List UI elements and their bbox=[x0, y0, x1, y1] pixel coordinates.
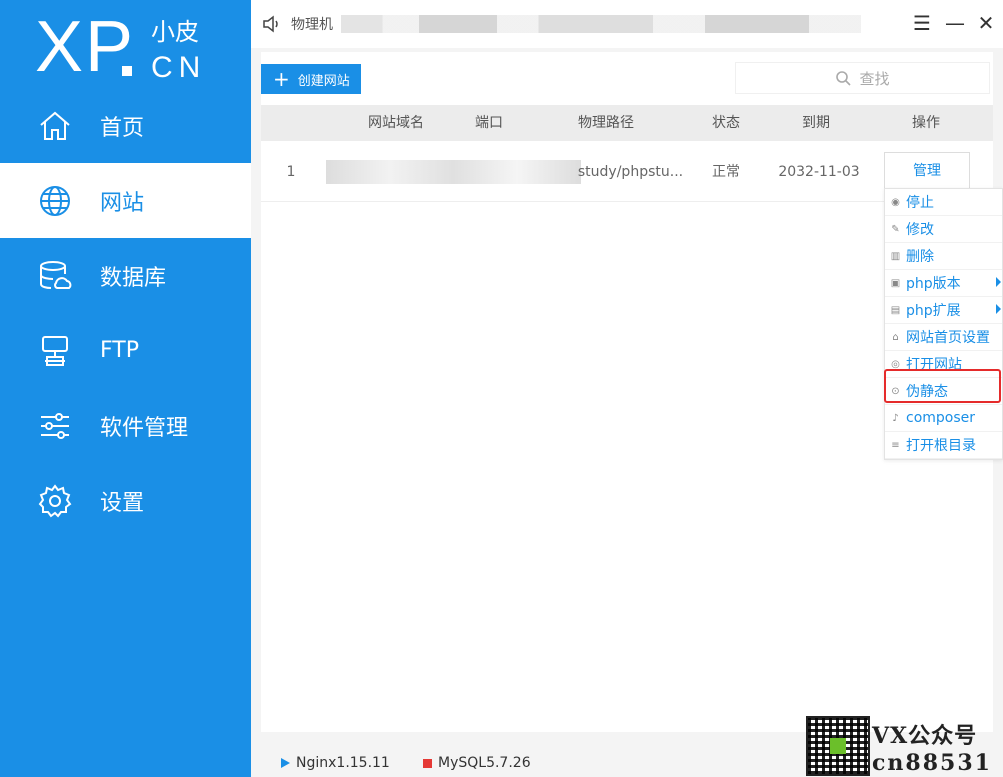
close-icon[interactable]: ✕ bbox=[977, 12, 995, 34]
sidebar-item-label: 首页 bbox=[100, 115, 145, 141]
row-status: 正常 bbox=[712, 164, 740, 180]
menu-item-label: 修改 bbox=[906, 222, 934, 238]
speaker-icon bbox=[261, 14, 281, 34]
menu-item-label: composer bbox=[906, 410, 976, 426]
sidebar-item-home[interactable]: 首页 bbox=[0, 88, 251, 163]
qr-code-image bbox=[806, 716, 870, 776]
sidebar-item-software[interactable]: 软件管理 bbox=[0, 388, 251, 463]
running-icon bbox=[281, 758, 290, 768]
column-header: 到期 bbox=[802, 115, 830, 131]
menu-item-open-root[interactable]: ≡ 打开根目录 bbox=[885, 432, 1002, 459]
menu-item-composer[interactable]: ♪ composer bbox=[885, 405, 1002, 432]
menu-item-stop[interactable]: ◉ 停止 bbox=[885, 189, 1002, 216]
column-header: 物理路径 bbox=[578, 115, 634, 131]
sidebar-item-ftp[interactable]: FTP bbox=[0, 313, 251, 388]
menu-icon[interactable]: ☰ bbox=[913, 12, 931, 34]
window-controls: ☰ — ✕ bbox=[913, 12, 995, 34]
nginx-label: Nginx1.15.11 bbox=[296, 755, 390, 771]
gear-icon bbox=[36, 482, 74, 520]
submenu-arrow-icon bbox=[996, 277, 1001, 287]
column-header: 操作 bbox=[912, 115, 940, 131]
sidebar-item-website[interactable]: 网站 bbox=[0, 163, 251, 238]
menu-item-homepage-settings[interactable]: ⌂ 网站首页设置 bbox=[885, 324, 1002, 351]
sidebar-item-label: 数据库 bbox=[100, 265, 167, 291]
menu-item-label: 伪静态 bbox=[906, 384, 948, 400]
logo-cn-top: 小皮 bbox=[151, 18, 199, 46]
sidebar-item-label: 软件管理 bbox=[100, 415, 189, 441]
stopped-icon bbox=[423, 758, 432, 768]
trash-icon: ▥ bbox=[890, 250, 901, 262]
globe-icon bbox=[36, 182, 74, 220]
domain-blurred bbox=[326, 160, 581, 184]
edit-icon: ✎ bbox=[891, 223, 900, 235]
create-website-label: 创建网站 bbox=[297, 73, 350, 89]
watermark: VX公众号 cn88531 bbox=[872, 718, 992, 776]
column-header: 端口 bbox=[475, 115, 503, 131]
sidebar-item-database[interactable]: 数据库 bbox=[0, 238, 251, 313]
database-icon bbox=[36, 257, 74, 295]
menu-item-label: 删除 bbox=[906, 249, 934, 265]
notice-blurred bbox=[341, 15, 861, 33]
row-expire: 2032-11-03 bbox=[778, 164, 860, 180]
mysql-status[interactable]: MySQL5.7.26 bbox=[423, 755, 531, 771]
submenu-arrow-icon bbox=[996, 304, 1001, 314]
sidebar-nav: 首页 网站 数据库 FTP 软件管理 设置 bbox=[0, 88, 251, 538]
menu-item-php-extension[interactable]: ▤ php扩展 bbox=[885, 297, 1002, 324]
home-icon bbox=[36, 107, 74, 145]
menu-item-label: php版本 bbox=[906, 276, 961, 292]
sidebar: XP 小皮 CN 首页 网站 数据库 FTP 软件管理 设置 bbox=[0, 0, 251, 777]
menu-item-label: 打开网站 bbox=[906, 357, 962, 373]
stop-icon: ◉ bbox=[891, 196, 900, 208]
logo: XP 小皮 CN bbox=[35, 7, 215, 87]
watermark-line2: cn88531 bbox=[872, 750, 992, 776]
search-icon bbox=[836, 71, 852, 86]
logo-xp: XP bbox=[35, 7, 136, 87]
home-settings-icon: ⌂ bbox=[892, 331, 899, 343]
folder-list-icon: ≡ bbox=[891, 439, 900, 451]
menu-item-delete[interactable]: ▥ 删除 bbox=[885, 243, 1002, 270]
titlebar: 物理机 ☰ — ✕ bbox=[251, 0, 1003, 48]
mysql-label: MySQL5.7.26 bbox=[438, 755, 531, 771]
notice-text: 物理机 bbox=[291, 17, 333, 33]
php-extension-icon: ▤ bbox=[890, 304, 901, 316]
php-version-icon: ▣ bbox=[890, 277, 901, 289]
sidebar-item-label: 设置 bbox=[100, 490, 145, 516]
nginx-status[interactable]: Nginx1.15.11 bbox=[281, 755, 390, 771]
menu-item-php-version[interactable]: ▣ php版本 bbox=[885, 270, 1002, 297]
plus-icon: + bbox=[273, 67, 290, 91]
search-placeholder: 查找 bbox=[859, 69, 890, 88]
row-index: 1 bbox=[286, 164, 296, 180]
sidebar-item-label: FTP bbox=[100, 338, 139, 363]
table-header: 网站域名 端口 物理路径 状态 到期 操作 bbox=[261, 105, 993, 141]
menu-item-label: php扩展 bbox=[906, 303, 961, 319]
row-path: study/phpstu... bbox=[577, 164, 684, 180]
rewrite-icon: ⊙ bbox=[891, 385, 900, 397]
manage-context-menu: ◉ 停止 ✎ 修改 ▥ 删除 ▣ php版本 ▤ php扩展 ⌂ 网站首页设置 … bbox=[884, 188, 1003, 460]
menu-item-open-site[interactable]: ◎ 打开网站 bbox=[885, 351, 1002, 378]
menu-item-edit[interactable]: ✎ 修改 bbox=[885, 216, 1002, 243]
logo-cn-bottom: CN bbox=[151, 51, 207, 84]
column-header: 状态 bbox=[712, 115, 740, 131]
menu-item-rewrite[interactable]: ⊙ 伪静态 bbox=[885, 378, 1002, 405]
search-input[interactable]: 查找 bbox=[735, 62, 990, 94]
create-website-button[interactable]: + 创建网站 bbox=[261, 64, 361, 94]
column-header: 网站域名 bbox=[368, 115, 424, 131]
open-site-icon: ◎ bbox=[891, 358, 900, 370]
watermark-line1: VX公众号 bbox=[872, 723, 978, 749]
composer-icon: ♪ bbox=[892, 412, 899, 424]
minimize-icon[interactable]: — bbox=[945, 12, 965, 34]
sidebar-item-label: 网站 bbox=[100, 190, 145, 216]
menu-item-label: 网站首页设置 bbox=[906, 330, 990, 346]
manage-button[interactable]: 管理 bbox=[884, 152, 970, 190]
logo-dot bbox=[122, 66, 132, 76]
menu-item-label: 打开根目录 bbox=[906, 438, 976, 454]
ftp-icon bbox=[36, 332, 74, 370]
sidebar-item-settings[interactable]: 设置 bbox=[0, 463, 251, 538]
sliders-icon bbox=[36, 407, 74, 445]
menu-item-label: 停止 bbox=[906, 195, 934, 211]
